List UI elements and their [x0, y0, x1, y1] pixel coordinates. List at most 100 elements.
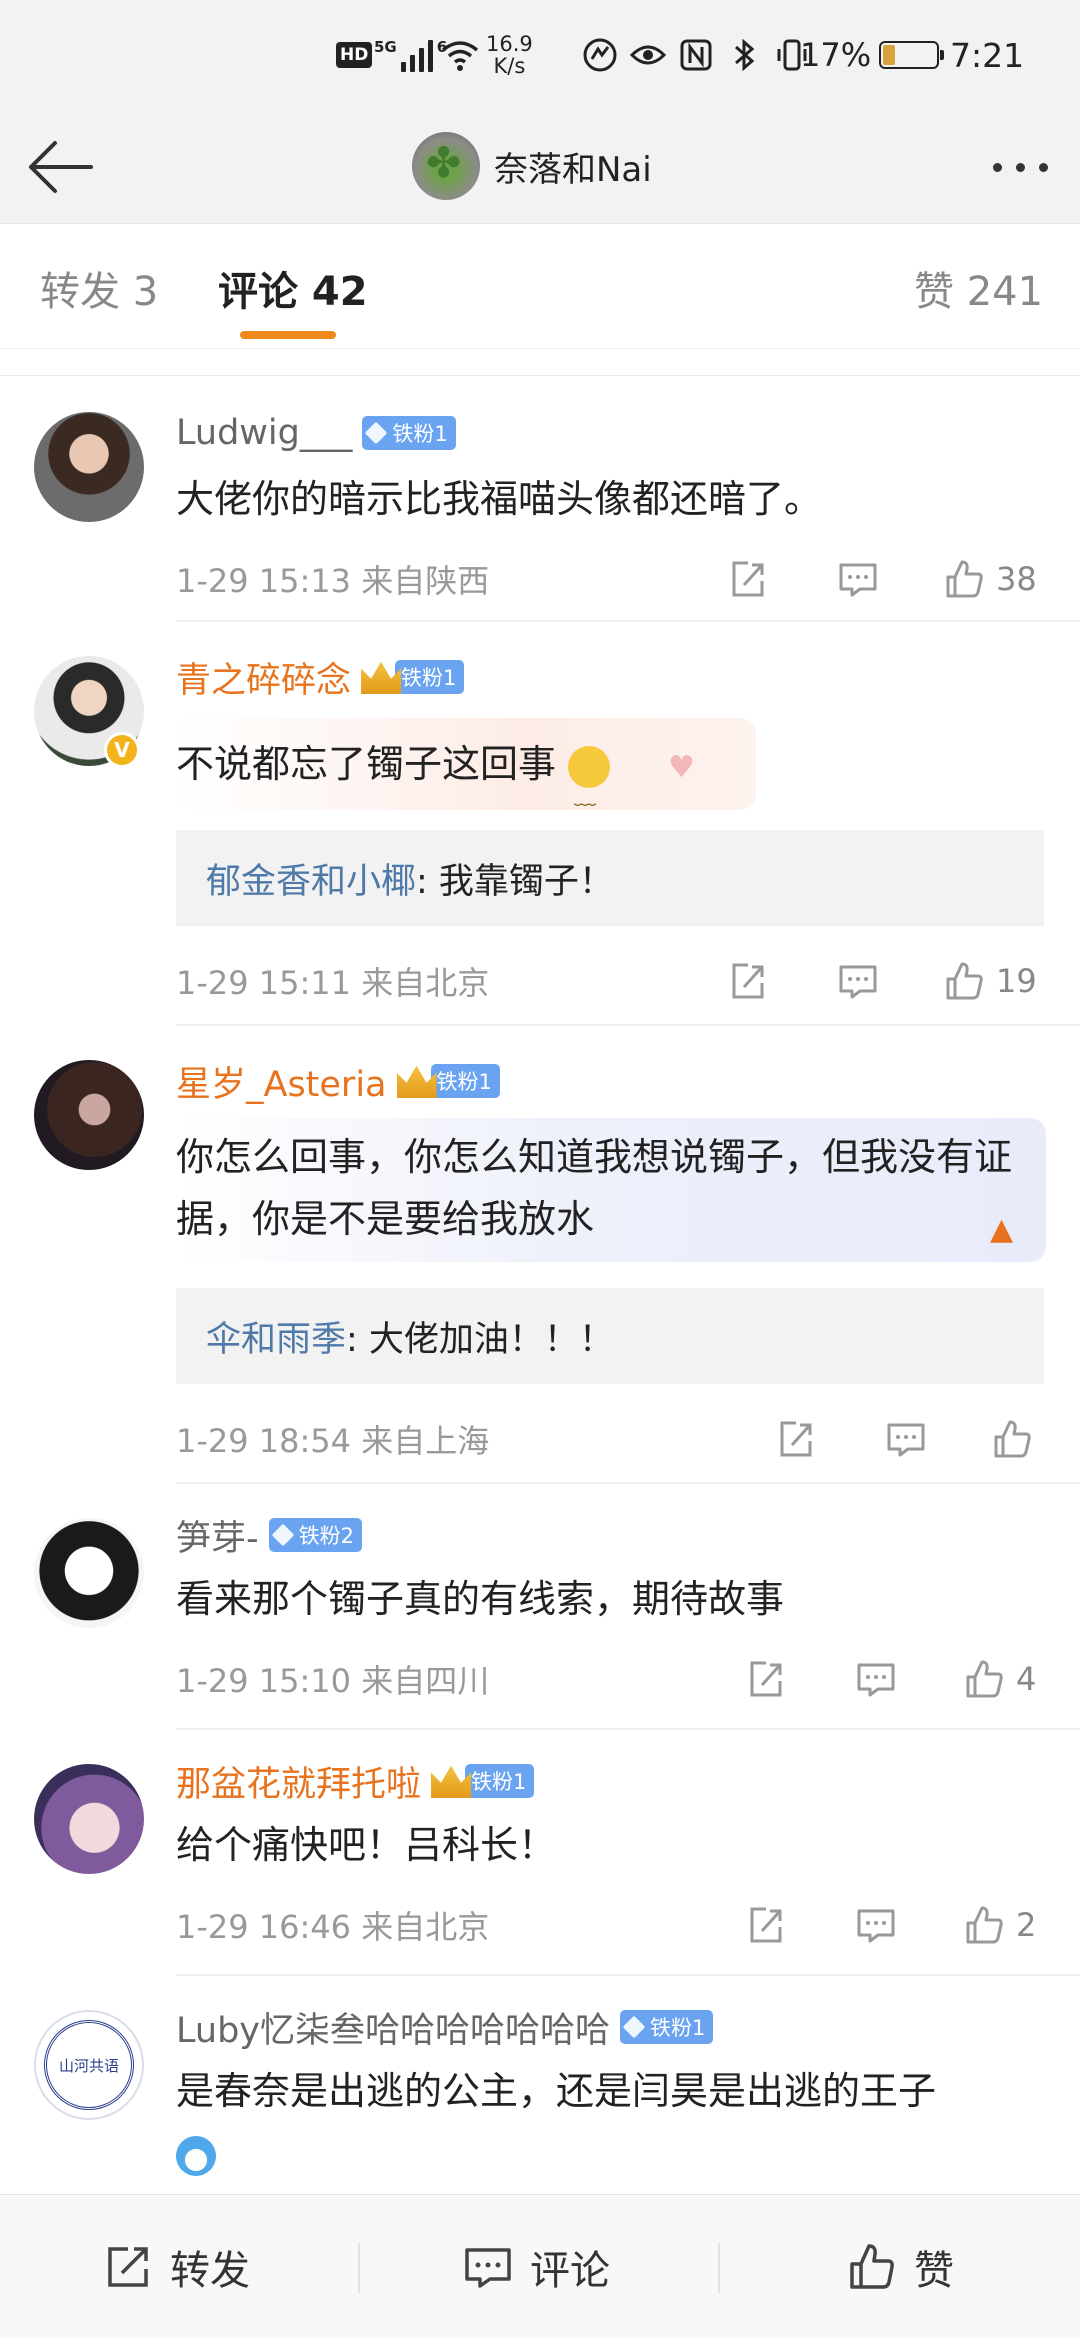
- fan-badge: 铁粉1: [431, 1764, 535, 1798]
- wifi-icon: [440, 0, 480, 110]
- comment-button[interactable]: 评论: [462, 2195, 610, 2338]
- reply-username[interactable]: 伞和雨季: [206, 1311, 346, 1362]
- fan-badge-label: 铁粉1: [392, 422, 448, 446]
- fan-badge: 铁粉2: [268, 1518, 363, 1552]
- user-avatar[interactable]: [34, 1518, 144, 1628]
- tab-like[interactable]: 赞 241: [914, 259, 1043, 317]
- share-button[interactable]: [744, 1900, 788, 1950]
- like-label: 赞: [914, 2248, 954, 2294]
- net-speed: 16.9 K/s: [486, 0, 533, 110]
- clock: 7:21: [950, 35, 1025, 75]
- reply-button[interactable]: [836, 956, 880, 1006]
- like-button[interactable]: 2: [962, 1900, 1036, 1950]
- hd-indicator: HD: [336, 0, 373, 110]
- author-name[interactable]: 奈落和Nai: [494, 142, 652, 191]
- sleepy-emoji-icon: [568, 745, 611, 844]
- fan-badge-label: 铁粉2: [298, 1524, 355, 1548]
- like-count: 4: [1016, 1660, 1037, 1698]
- comment-text: 看来那个镯子真的有线索，期待故事: [176, 1568, 1046, 1630]
- author-header[interactable]: 奈落和Nai: [412, 128, 652, 204]
- share-button[interactable]: [726, 554, 770, 604]
- like-button[interactable]: 4: [962, 1654, 1036, 1704]
- like-icon: [994, 1420, 1031, 1458]
- user-avatar[interactable]: [34, 412, 144, 522]
- comment-meta: 1-29 16:46 来自北京: [176, 1908, 490, 1946]
- back-button[interactable]: [22, 132, 98, 202]
- comment-item: Ludwig___ 铁粉1 大佬你的暗示比我福喵头像都还暗了。 1-29 15:…: [0, 376, 1080, 622]
- user-avatar[interactable]: [34, 1764, 144, 1874]
- comment-meta: 1-29 15:11 来自北京: [176, 964, 490, 1002]
- like-count: 38: [996, 560, 1037, 598]
- assistant-icon: [583, 38, 617, 72]
- comment-text: 给个痛快吧！吕科长！: [176, 1814, 1046, 1876]
- nav-bar: 奈落和Nai: [0, 110, 1080, 224]
- tab-repost[interactable]: 转发 3: [40, 259, 158, 317]
- user-avatar[interactable]: [34, 1060, 144, 1170]
- tab-comment[interactable]: 评论 42: [218, 259, 368, 317]
- comment-item: 星岁_Asteria 铁粉1 ▲ 你怎么回事，你怎么知道我想说镯子，但我没有证据…: [0, 1026, 1080, 1484]
- author-avatar[interactable]: [412, 132, 480, 200]
- comment-item: V 青之碎碎念 铁粉1 ♥ 不说都忘了镯子这回事 郁金香和小椰: 我靠镯子！ 1…: [0, 622, 1080, 1026]
- comment-meta: 1-29 18:54 来自上海: [176, 1422, 490, 1460]
- section-gap: [0, 350, 1080, 376]
- reply-button[interactable]: [884, 1414, 928, 1464]
- like-button[interactable]: 19: [942, 956, 1037, 1006]
- fan-badge-label: 铁粉1: [650, 2016, 706, 2040]
- active-tab-indicator: [240, 331, 336, 339]
- comment-username[interactable]: 星岁_Asteria: [176, 1056, 387, 1107]
- comment-icon: [887, 1423, 925, 1457]
- reply-username[interactable]: 郁金香和小椰: [206, 853, 416, 904]
- comment-item: 那盆花就拜托啦 铁粉1 给个痛快吧！吕科长！ 1-29 16:46 来自北京 2: [0, 1730, 1080, 1976]
- comment-username[interactable]: Ludwig___: [176, 413, 352, 453]
- more-button[interactable]: [972, 142, 1068, 192]
- fan-badge-label: 铁粉1: [430, 1064, 500, 1098]
- fan-badge: 铁粉1: [620, 2010, 714, 2044]
- toolbar-divider: [718, 2243, 720, 2293]
- like-icon: [946, 560, 983, 598]
- like-button[interactable]: 38: [942, 554, 1037, 604]
- comment-username[interactable]: Luby忆柒叁哈哈哈哈哈哈哈: [176, 2002, 610, 2053]
- fan-badge-label: 铁粉1: [395, 660, 465, 694]
- like-icon: [946, 962, 983, 1000]
- more-dots-icon: [992, 162, 1048, 172]
- comment-username[interactable]: 那盆花就拜托啦: [176, 1756, 421, 1807]
- comment-icon: [839, 563, 877, 597]
- network-type: 5G: [374, 38, 397, 56]
- avatar-seal-logo: 山河共语: [44, 2020, 134, 2110]
- share-button[interactable]: [744, 1654, 788, 1704]
- comment-item: 山河共语 Luby忆柒叁哈哈哈哈哈哈哈 铁粉1 是春奈是出逃的公主，还是闫昊是出…: [0, 1976, 1080, 2194]
- user-avatar[interactable]: 山河共语: [34, 2010, 144, 2120]
- comment-username[interactable]: 笋芽-: [176, 1510, 259, 1561]
- like-count: 2: [1016, 1906, 1037, 1944]
- speed-unit: K/s: [493, 54, 526, 78]
- doraemon-emoji-icon: [176, 2135, 216, 2176]
- like-post-button[interactable]: 赞: [846, 2195, 954, 2338]
- comment-text-content: 大佬你的暗示比我福喵头像都还暗了。: [176, 477, 823, 521]
- reply-button[interactable]: [854, 1900, 898, 1950]
- share-button[interactable]: [726, 956, 770, 1006]
- comment-text-content: 不说都忘了镯子这回事: [176, 742, 557, 786]
- battery-status: 17%: [800, 0, 945, 110]
- status-icons: [582, 0, 810, 110]
- share-button[interactable]: [774, 1414, 818, 1464]
- reply-button[interactable]: [836, 554, 880, 604]
- comment-icon: [465, 2248, 511, 2288]
- like-count: 19: [996, 962, 1037, 1000]
- comment-text-content: 你怎么回事，你怎么知道我想说镯子，但我没有证据，你是不是要给我放水: [176, 1135, 1013, 1241]
- fan-badge: 铁粉1: [362, 416, 456, 450]
- nfc-icon: [680, 39, 712, 71]
- eye-icon: [630, 45, 666, 65]
- comment-username[interactable]: 青之碎碎念: [176, 652, 351, 703]
- back-arrow-icon: [29, 141, 93, 193]
- comment-meta: 1-29 15:10 来自四川: [176, 1662, 490, 1700]
- like-icon: [966, 1660, 1003, 1698]
- reply-preview[interactable]: 郁金香和小椰: 我靠镯子！: [176, 830, 1044, 926]
- share-icon: [750, 1907, 782, 1943]
- reply-preview[interactable]: 伞和雨季: 大佬加油！！！: [176, 1288, 1044, 1384]
- like-button[interactable]: [990, 1414, 1044, 1464]
- repost-button[interactable]: 转发: [102, 2195, 250, 2338]
- share-icon: [750, 1661, 782, 1697]
- comment-text-content: 是春奈是出逃的公主，还是闫昊是出逃的王子: [176, 2069, 937, 2113]
- reply-button[interactable]: [854, 1654, 898, 1704]
- speed-value: 16.9: [486, 31, 533, 56]
